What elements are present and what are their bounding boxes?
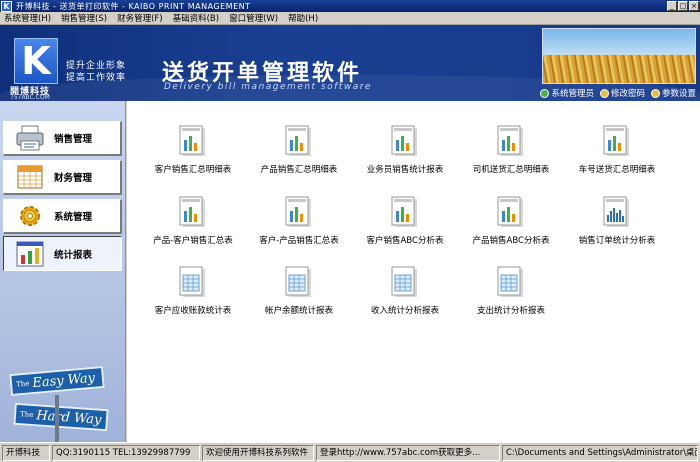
printer-icon: [16, 125, 44, 151]
bar-chart-report-icon: [285, 125, 311, 156]
reports-panel: 客户销售汇总明细表 产品销售汇总明细表 业务员销售统计报表 司机送货汇总明细表: [127, 101, 700, 442]
report-account-balance[interactable]: 帐户余额统计报表: [246, 266, 352, 316]
bar-chart-report-icon: [603, 125, 629, 156]
change-password-label: 修改密码: [610, 89, 645, 99]
report-label: 帐户余额统计报表: [264, 306, 333, 316]
settings-label: 参数设置: [661, 89, 696, 99]
report-label: 产品销售汇总明细表: [260, 165, 338, 175]
report-label: 销售订单统计分析表: [578, 236, 656, 246]
status-welcome: 欢迎使用开博科技系列软件: [202, 444, 314, 461]
hard-way-the: The: [19, 410, 34, 420]
bar-chart-report-icon: [391, 125, 417, 156]
maximize-button[interactable]: □: [678, 1, 688, 11]
key-icon: [599, 88, 609, 98]
sign-post: [55, 395, 59, 442]
report-label: 收入统计分析报表: [370, 306, 439, 316]
sidebar: 销售管理 财务管理 系统管理 统计报表 The Easy Way The Har…: [0, 101, 126, 442]
menu-system[interactable]: 系统管理(H): [0, 12, 57, 24]
report-label: 业务员销售统计报表: [366, 165, 444, 175]
sidebar-item-reports[interactable]: 统计报表: [3, 236, 122, 271]
report-label: 支出统计分析报表: [476, 306, 545, 316]
report-label: 司机送货汇总明细表: [472, 165, 550, 175]
sidebar-item-label: 财务管理: [54, 173, 93, 184]
table-report-icon: [391, 266, 417, 297]
minimize-button[interactable]: _: [667, 1, 677, 11]
logo-icon: K: [14, 38, 58, 84]
report-customer-product-summary[interactable]: 客户-产品销售汇总表: [246, 196, 352, 246]
user-icon: [540, 88, 550, 98]
report-product-sales-detail[interactable]: 产品销售汇总明细表: [246, 125, 352, 175]
report-expense-analysis[interactable]: 支出统计分析报表: [458, 266, 564, 316]
menu-finance[interactable]: 财务管理(F): [113, 12, 169, 24]
app-icon: K: [1, 0, 12, 12]
settings-link[interactable]: 参数设置: [650, 87, 696, 99]
hard-way-text: Hard Way: [35, 407, 102, 428]
wheat-field-image: [542, 28, 696, 84]
report-vehicle-delivery[interactable]: 车号送货汇总明细表: [564, 125, 670, 175]
report-product-customer-summary[interactable]: 产品-客户销售汇总表: [140, 196, 246, 246]
sidebar-item-label: 销售管理: [54, 134, 93, 145]
menu-help[interactable]: 帮助(H): [284, 12, 324, 24]
system-admin-label: 系统管理员: [551, 89, 594, 99]
bar-chart-report-icon: [391, 196, 417, 227]
bar-chart-report-icon: [497, 196, 523, 227]
header-banner: K 開博科技 757ABC.COM 提升企业形象 提高工作效率 送货开单管理软件…: [0, 25, 700, 101]
hard-way-sign: The Hard Way: [13, 402, 109, 432]
sidebar-item-system[interactable]: 系统管理: [3, 199, 122, 234]
gear-icon: [20, 206, 40, 226]
report-label: 产品-客户销售汇总表: [153, 236, 233, 246]
report-label: 客户销售ABC分析表: [366, 236, 444, 246]
sidebar-item-label: 系统管理: [54, 212, 93, 223]
report-product-abc[interactable]: 产品销售ABC分析表: [458, 196, 564, 246]
close-button[interactable]: ×: [689, 1, 699, 11]
system-admin-link[interactable]: 系统管理员: [540, 87, 594, 99]
window-title: 开博科技 - 送货单打印软件 - KAIBO PRINT MANAGEMENT: [16, 1, 251, 11]
report-label: 车号送货汇总明细表: [578, 165, 656, 175]
table-report-icon: [179, 266, 205, 297]
report-label: 客户-产品销售汇总表: [259, 236, 339, 246]
menu-sales[interactable]: 销售管理(S): [57, 12, 113, 24]
status-contact: QQ:3190115 TEL:13929987799: [52, 444, 200, 461]
bar-chart-report-icon: [497, 125, 523, 156]
column-chart-report-icon: [603, 196, 629, 227]
menu-window[interactable]: 窗口管理(W): [225, 12, 284, 24]
sidebar-item-sales[interactable]: 销售管理: [3, 121, 122, 156]
report-label: 客户销售汇总明细表: [154, 165, 232, 175]
window-titlebar[interactable]: K 开博科技 - 送货单打印软件 - KAIBO PRINT MANAGEMEN…: [0, 0, 700, 12]
bar-chart-report-icon: [285, 196, 311, 227]
sidebar-item-label: 统计报表: [54, 249, 93, 261]
report-sales-order-stats[interactable]: 销售订单统计分析表: [564, 196, 670, 246]
calendar-icon: [17, 165, 43, 189]
easy-way-the: The: [15, 379, 30, 389]
report-label: 产品销售ABC分析表: [472, 236, 550, 246]
status-bar: 开博科技 QQ:3190115 TEL:13929987799 欢迎使用开博科技…: [0, 442, 700, 462]
table-report-icon: [285, 266, 311, 297]
easy-way-text: Easy Way: [31, 370, 96, 391]
bar-chart-icon: [16, 241, 44, 266]
report-customer-abc[interactable]: 客户销售ABC分析表: [352, 196, 458, 246]
bar-chart-report-icon: [179, 125, 205, 156]
sidebar-item-finance[interactable]: 财务管理: [3, 160, 122, 195]
easy-way-sign: The Easy Way: [9, 365, 105, 397]
slogan-line-2: 提高工作效率: [66, 73, 127, 83]
report-income-analysis[interactable]: 收入统计分析报表: [352, 266, 458, 316]
table-report-icon: [497, 266, 523, 297]
report-receivables[interactable]: 客户应收账款统计表: [140, 266, 246, 316]
status-company: 开博科技: [2, 444, 50, 461]
menu-bar: 系统管理(H) 销售管理(S) 财务管理(F) 基础资料(B) 窗口管理(W) …: [0, 12, 700, 25]
report-salesperson-stats[interactable]: 业务员销售统计报表: [352, 125, 458, 175]
logo-url: 757ABC.COM: [10, 94, 50, 101]
app-subtitle: Delivery bill management software: [164, 82, 372, 92]
status-visit-link[interactable]: 登录http://www.757abc.com获取更多...: [316, 444, 500, 461]
report-customer-sales-detail[interactable]: 客户销售汇总明细表: [140, 125, 246, 175]
bar-chart-report-icon: [179, 196, 205, 227]
status-path: C:\Documents and Settings\Administrator\…: [502, 444, 698, 461]
menu-basic-data[interactable]: 基础资料(B): [169, 12, 225, 24]
settings-icon: [650, 88, 660, 98]
report-driver-delivery[interactable]: 司机送货汇总明细表: [458, 125, 564, 175]
change-password-link[interactable]: 修改密码: [599, 87, 645, 99]
report-label: 客户应收账款统计表: [154, 306, 232, 316]
